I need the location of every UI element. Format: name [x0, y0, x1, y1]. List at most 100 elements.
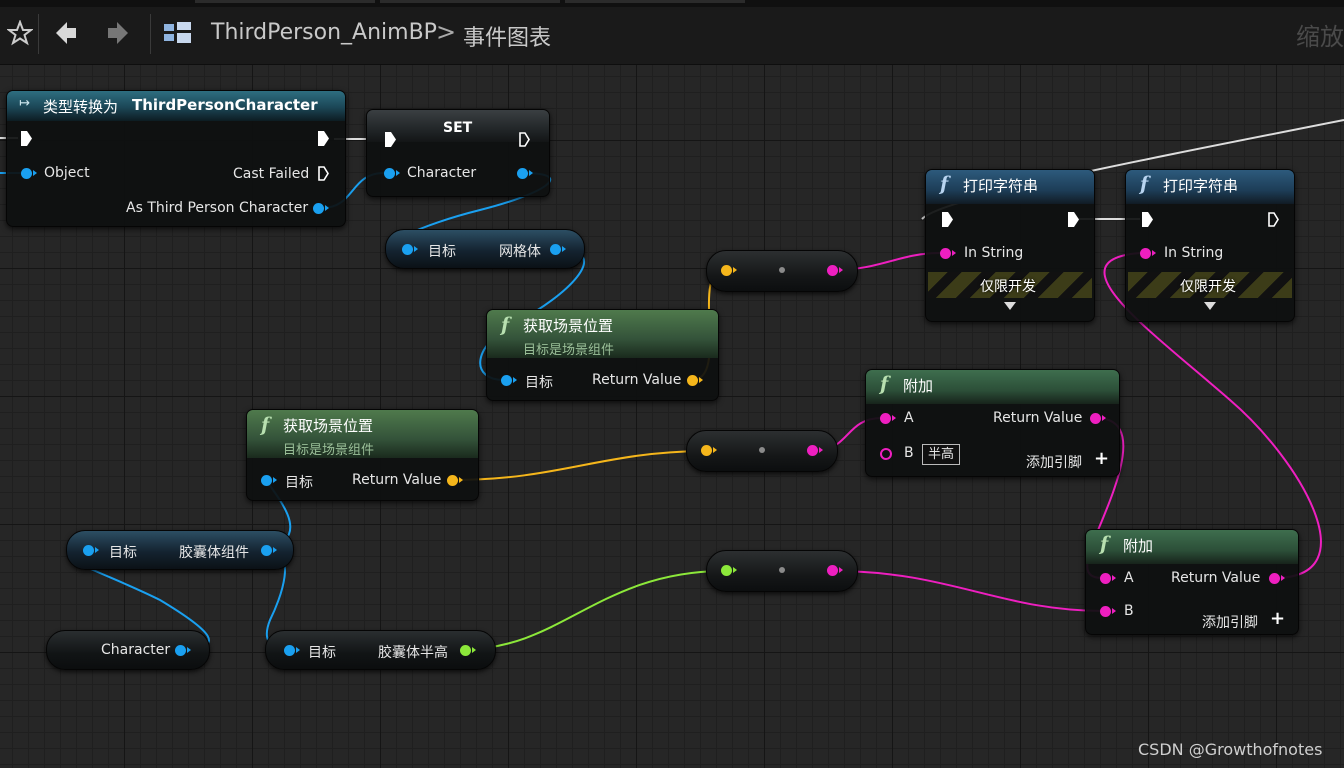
function-icon: f — [880, 373, 889, 395]
tab-edge[interactable] — [195, 0, 375, 3]
add-pin-plus-icon[interactable]: + — [1094, 448, 1109, 469]
print-string-node[interactable]: f 打印字符串 In String 仅限开发 — [925, 169, 1095, 322]
reroute-output-pin[interactable] — [807, 445, 823, 456]
function-icon: f — [1140, 173, 1149, 195]
function-icon: f — [501, 314, 510, 336]
target-label: 目标 — [285, 475, 313, 491]
return-value-pin[interactable] — [1269, 573, 1285, 584]
character-variable-node[interactable]: Character — [46, 630, 210, 670]
a-pin-label: A — [904, 410, 914, 426]
append-node[interactable]: f 附加 A Return Value B 添加引脚 + — [1085, 529, 1299, 635]
expand-arrow-icon[interactable] — [1204, 302, 1216, 310]
exec-in-pin[interactable] — [1142, 212, 1153, 227]
reroute-input-pin[interactable] — [721, 265, 737, 276]
float-wire — [465, 570, 723, 650]
exec-in-pin[interactable] — [21, 131, 32, 146]
add-pin-label: 添加引脚 — [1026, 455, 1082, 471]
character-output-pin[interactable] — [175, 645, 191, 656]
in-string-pin[interactable] — [940, 248, 956, 259]
breadcrumb-graph[interactable]: 事件图表 — [463, 20, 551, 52]
object-input-pin[interactable] — [21, 168, 37, 179]
object-pin-label: Object — [44, 165, 90, 181]
capsule-target-pin[interactable] — [83, 545, 99, 556]
node-title: 获取场景位置 — [523, 317, 614, 335]
forward-arrow-icon[interactable] — [100, 14, 136, 52]
tab-edge[interactable] — [565, 0, 745, 3]
reroute-input-pin[interactable] — [701, 445, 717, 456]
character-input-pin[interactable] — [384, 168, 400, 179]
print-string-node[interactable]: f 打印字符串 In String 仅限开发 — [1125, 169, 1295, 322]
reroute-output-pin[interactable] — [827, 265, 843, 276]
reroute-node[interactable] — [706, 250, 858, 292]
mesh-output-label: 网格体 — [499, 244, 541, 260]
b-input-pin[interactable] — [1100, 606, 1116, 617]
cast-to-character-node[interactable]: ↦ 类型转换为 ThirdPersonCharacter Object Cast… — [6, 90, 346, 227]
return-value-pin[interactable] — [447, 475, 463, 486]
character-output-pin[interactable] — [517, 168, 533, 179]
capsule-output-pin[interactable] — [261, 545, 277, 556]
mesh-output-pin[interactable] — [550, 244, 566, 255]
a-input-pin[interactable] — [1100, 573, 1116, 584]
exec-in-pin[interactable] — [385, 132, 396, 147]
half-height-output-pin[interactable] — [460, 645, 476, 656]
capsule-output-label: 胶囊体组件 — [179, 545, 249, 561]
breadcrumb-blueprint[interactable]: ThirdPerson_AnimBP — [211, 20, 437, 45]
return-value-label: Return Value — [1171, 570, 1261, 586]
half-height-target-label: 目标 — [308, 645, 336, 661]
cast-title-class: ThirdPersonCharacter — [132, 96, 318, 114]
function-icon: f — [940, 173, 949, 195]
cast-failed-exec-pin[interactable] — [318, 166, 329, 181]
favorite-star-icon[interactable] — [2, 14, 38, 52]
node-title: 打印字符串 — [963, 177, 1039, 195]
reroute-output-pin[interactable] — [827, 565, 843, 576]
b-pin-label: B — [904, 445, 914, 461]
exec-in-pin[interactable] — [942, 212, 953, 227]
in-string-pin[interactable] — [1140, 248, 1156, 259]
add-pin-plus-icon[interactable]: + — [1270, 608, 1285, 629]
exec-out-pin[interactable] — [519, 132, 530, 147]
back-arrow-icon[interactable] — [48, 14, 84, 52]
get-mesh-node[interactable]: 目标 网格体 — [385, 229, 585, 269]
half-height-output-label: 胶囊体半高 — [378, 645, 448, 661]
target-input-pin[interactable] — [261, 475, 277, 486]
function-icon: f — [1100, 533, 1109, 555]
reroute-knot — [759, 447, 765, 453]
in-string-label: In String — [1164, 245, 1224, 261]
reroute-input-pin[interactable] — [721, 565, 737, 576]
exec-out-pin[interactable] — [318, 131, 329, 146]
get-world-location-node[interactable]: f 获取场景位置 目标是场景组件 目标 Return Value — [486, 309, 719, 401]
add-pin-label: 添加引脚 — [1202, 615, 1258, 631]
node-title: 附加 — [903, 377, 934, 395]
cast-title-prefix: 类型转换为 — [43, 98, 119, 116]
as-character-output-pin[interactable] — [313, 203, 329, 214]
target-input-pin[interactable] — [501, 375, 517, 386]
b-input-pin[interactable] — [880, 448, 892, 460]
get-capsule-half-height-node[interactable]: 目标 胶囊体半高 — [265, 630, 496, 670]
set-character-node[interactable]: SET Character — [366, 109, 550, 197]
tab-edge[interactable] — [380, 0, 560, 3]
exec-out-pin[interactable] — [1268, 212, 1279, 227]
get-capsule-component-node[interactable]: 目标 胶囊体组件 — [66, 530, 294, 570]
mesh-target-pin[interactable] — [402, 244, 418, 255]
set-title: SET — [443, 120, 473, 136]
return-value-pin[interactable] — [687, 375, 703, 386]
get-world-location-node[interactable]: f 获取场景位置 目标是场景组件 目标 Return Value — [246, 409, 479, 501]
reroute-node[interactable] — [686, 430, 838, 472]
string-wire — [833, 570, 1105, 612]
b-default-value-field[interactable]: 半高 — [922, 444, 961, 465]
mesh-target-label: 目标 — [428, 244, 456, 260]
exec-out-pin[interactable] — [1068, 212, 1079, 227]
append-node[interactable]: f 附加 A Return Value B 半高 添加引脚 + — [865, 369, 1120, 477]
a-input-pin[interactable] — [880, 413, 896, 424]
as-character-label: As Third Person Character — [126, 200, 309, 216]
expand-arrow-icon[interactable] — [1004, 302, 1016, 310]
target-label: 目标 — [525, 375, 553, 391]
reroute-node[interactable] — [706, 550, 858, 592]
character-variable-label: Character — [101, 642, 171, 658]
cast-failed-label: Cast Failed — [233, 166, 310, 182]
toolbar-divider — [38, 14, 39, 54]
return-value-pin[interactable] — [1090, 413, 1106, 424]
vector-wire — [451, 450, 705, 481]
half-height-target-pin[interactable] — [284, 645, 300, 656]
return-value-label: Return Value — [993, 410, 1083, 426]
